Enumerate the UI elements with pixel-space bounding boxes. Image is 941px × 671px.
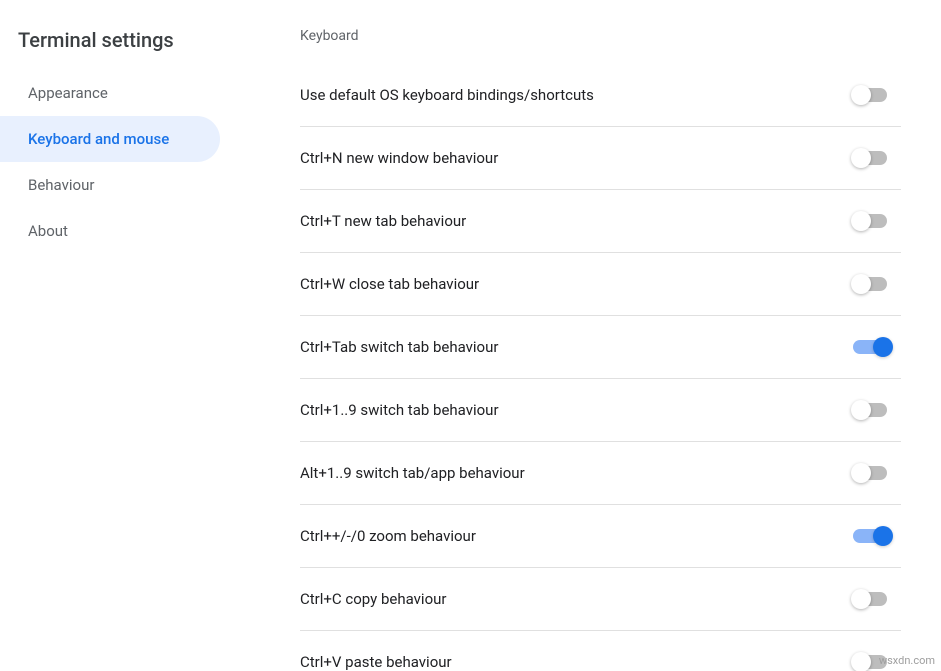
setting-row-ctrl-zoom: Ctrl++/-/0 zoom behaviour: [300, 505, 901, 568]
nav-item-keyboard-and-mouse[interactable]: Keyboard and mouse: [0, 116, 220, 162]
toggle-thumb: [851, 463, 871, 483]
toggle-ctrl-w[interactable]: [851, 272, 899, 296]
main-content: Keyboard Use default OS keyboard binding…: [240, 0, 941, 671]
setting-row-ctrl-1-9: Ctrl+1..9 switch tab behaviour: [300, 379, 901, 442]
toggle-ctrl-zoom[interactable]: [851, 524, 899, 548]
setting-label: Ctrl+1..9 switch tab behaviour: [300, 401, 499, 419]
toggle-thumb: [851, 589, 871, 609]
setting-label: Ctrl++/-/0 zoom behaviour: [300, 527, 476, 545]
toggle-ctrl-tab[interactable]: [851, 335, 899, 359]
watermark: wsxdn.com: [879, 654, 935, 667]
setting-label: Ctrl+V paste behaviour: [300, 653, 452, 671]
nav-item-label: Behaviour: [28, 176, 94, 194]
nav-list: Appearance Keyboard and mouse Behaviour …: [0, 70, 240, 254]
nav-item-about[interactable]: About: [0, 208, 220, 254]
nav-item-behaviour[interactable]: Behaviour: [0, 162, 220, 208]
toggle-default-os-bindings[interactable]: [851, 83, 899, 107]
toggle-thumb: [851, 274, 871, 294]
setting-row-ctrl-n: Ctrl+N new window behaviour: [300, 127, 901, 190]
toggle-thumb: [851, 652, 871, 671]
setting-row-ctrl-c: Ctrl+C copy behaviour: [300, 568, 901, 631]
toggle-ctrl-c[interactable]: [851, 587, 899, 611]
setting-row-ctrl-w: Ctrl+W close tab behaviour: [300, 253, 901, 316]
setting-label: Ctrl+Tab switch tab behaviour: [300, 338, 498, 356]
nav-item-appearance[interactable]: Appearance: [0, 70, 220, 116]
toggle-ctrl-n[interactable]: [851, 146, 899, 170]
toggle-thumb: [873, 526, 893, 546]
setting-row-ctrl-t: Ctrl+T new tab behaviour: [300, 190, 901, 253]
toggle-thumb: [851, 85, 871, 105]
setting-row-default-os-bindings: Use default OS keyboard bindings/shortcu…: [300, 64, 901, 127]
section-header: Keyboard: [300, 28, 901, 44]
setting-label: Use default OS keyboard bindings/shortcu…: [300, 86, 594, 104]
nav-item-label: About: [28, 222, 68, 240]
setting-label: Ctrl+T new tab behaviour: [300, 212, 466, 230]
toggle-alt-1-9[interactable]: [851, 461, 899, 485]
setting-row-ctrl-tab: Ctrl+Tab switch tab behaviour: [300, 316, 901, 379]
toggle-thumb: [851, 211, 871, 231]
setting-label: Alt+1..9 switch tab/app behaviour: [300, 464, 525, 482]
toggle-thumb: [851, 148, 871, 168]
setting-label: Ctrl+N new window behaviour: [300, 149, 498, 167]
setting-row-ctrl-v: Ctrl+V paste behaviour: [300, 631, 901, 671]
setting-row-alt-1-9: Alt+1..9 switch tab/app behaviour: [300, 442, 901, 505]
toggle-thumb: [851, 400, 871, 420]
toggle-ctrl-t[interactable]: [851, 209, 899, 233]
nav-item-label: Appearance: [28, 84, 108, 102]
setting-label: Ctrl+C copy behaviour: [300, 590, 446, 608]
sidebar: Terminal settings Appearance Keyboard an…: [0, 0, 240, 671]
toggle-thumb: [873, 337, 893, 357]
setting-label: Ctrl+W close tab behaviour: [300, 275, 479, 293]
nav-item-label: Keyboard and mouse: [28, 130, 169, 148]
page-title: Terminal settings: [0, 20, 240, 70]
settings-list: Use default OS keyboard bindings/shortcu…: [300, 64, 901, 671]
toggle-ctrl-1-9[interactable]: [851, 398, 899, 422]
